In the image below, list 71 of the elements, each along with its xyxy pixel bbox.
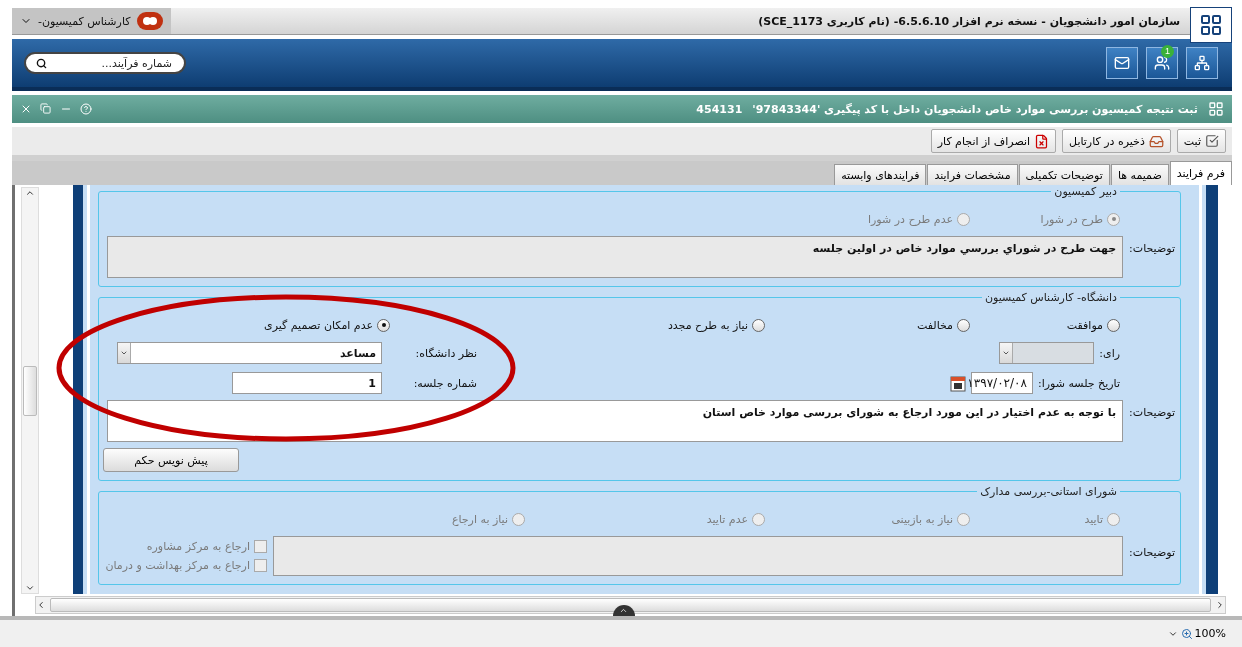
field-label: شماره جلسه: bbox=[412, 376, 477, 390]
search-box[interactable]: شماره فرآیند... bbox=[24, 52, 186, 74]
radio-option[interactable]: نیاز به طرح مجدد bbox=[390, 318, 765, 332]
close-button[interactable] bbox=[20, 103, 32, 115]
opinion-dropdown[interactable]: مساعد bbox=[117, 342, 382, 364]
logo-icon bbox=[136, 12, 163, 30]
radio-circle[interactable] bbox=[377, 318, 390, 332]
tab[interactable]: ضمیمه ها bbox=[1110, 164, 1169, 185]
restore-button[interactable] bbox=[40, 103, 52, 115]
zoom-level-button[interactable]: 100% bbox=[1180, 627, 1226, 640]
hierarchy-button[interactable] bbox=[1186, 47, 1218, 79]
scroll-right-icon[interactable] bbox=[1215, 600, 1225, 610]
field-label: نظر دانشگاه: bbox=[414, 346, 477, 360]
search-icon bbox=[36, 57, 47, 69]
field-label: تاریخ جلسه شورا: bbox=[1038, 376, 1120, 390]
toolbar-button[interactable]: انصراف از انجام کار bbox=[930, 129, 1057, 153]
notes-field[interactable]: با توجه به عدم اختیار در این مورد ارجاع به شورای بررسی موارد خاص استان bbox=[107, 400, 1124, 442]
field-label: رای: bbox=[1099, 346, 1120, 360]
notification-badge: 1 bbox=[1161, 45, 1174, 58]
role-dropdown[interactable]: کارشناس کمیسیون- bbox=[12, 8, 171, 34]
document-x-icon bbox=[1034, 133, 1050, 149]
mail-button[interactable] bbox=[1106, 47, 1138, 79]
zoom-icon bbox=[1180, 627, 1193, 640]
caret-icon bbox=[1002, 349, 1011, 357]
toolbar-button[interactable]: ذخیره در کارتابل bbox=[1062, 129, 1171, 153]
scroll-up-icon[interactable] bbox=[25, 188, 35, 198]
section-legend: شورای استانی-بررسی مدارک bbox=[977, 485, 1120, 498]
scrollbar-thumb[interactable] bbox=[50, 598, 1211, 612]
section-legend: دبیر کمیسیون bbox=[1051, 185, 1120, 198]
calendar-icon[interactable] bbox=[950, 374, 966, 392]
vertical-scrollbar[interactable] bbox=[21, 187, 39, 594]
checklist-icon bbox=[1205, 134, 1219, 148]
radio-circle[interactable] bbox=[1107, 318, 1120, 332]
draft-ruling-button[interactable]: پیش نویس حکم bbox=[103, 448, 239, 472]
users-icon bbox=[1154, 55, 1170, 71]
form-icon bbox=[1208, 101, 1224, 117]
radio-circle[interactable] bbox=[957, 318, 970, 332]
mail-icon bbox=[1114, 55, 1130, 71]
field-label: توضیحات: bbox=[1129, 241, 1175, 255]
radio-option[interactable]: موافقت bbox=[970, 318, 1120, 332]
chevron-up-icon bbox=[619, 606, 628, 615]
tracking-code: 454131 bbox=[696, 102, 743, 116]
scrollbar-thumb[interactable] bbox=[23, 365, 37, 416]
field-label: توضیحات: bbox=[1129, 545, 1175, 559]
app-title: سازمان امور دانشجویان - نسخه نرم افزار 6.5.6.10- (نام کاربری SCE_1173) bbox=[758, 14, 1180, 28]
tab[interactable]: فرایندهای وابسته bbox=[834, 164, 927, 185]
scroll-left-icon[interactable] bbox=[36, 600, 46, 610]
tab[interactable]: فرم فرایند bbox=[1169, 161, 1232, 185]
radio-option[interactable]: عدم امکان تصمیم گیری bbox=[107, 318, 390, 332]
hierarchy-icon bbox=[1194, 55, 1210, 71]
scroll-down-icon[interactable] bbox=[25, 583, 35, 593]
help-icon bbox=[80, 103, 92, 115]
section-legend: دانشگاه- کارشناس کمیسیون bbox=[982, 291, 1120, 304]
form-title: ثبت نتیجه کمیسیون بررسی موارد خاص دانشجویان داخل با کد پیگیری '97843344' bbox=[752, 102, 1198, 116]
close-icon bbox=[20, 103, 32, 115]
tab[interactable]: مشخصات فرایند bbox=[927, 164, 1018, 185]
field-label: توضیحات: bbox=[1129, 405, 1175, 419]
restore-icon bbox=[40, 103, 51, 114]
help-button[interactable] bbox=[80, 103, 92, 115]
radio-circle[interactable] bbox=[752, 318, 765, 332]
search-field[interactable]: شماره فرآیند... bbox=[53, 55, 174, 71]
tray-icon bbox=[1148, 133, 1164, 149]
toolbar-button[interactable]: ثبت bbox=[1176, 129, 1226, 153]
logo-icon bbox=[1190, 7, 1232, 43]
caret-icon bbox=[120, 349, 128, 357]
horizontal-scrollbar[interactable] bbox=[35, 596, 1226, 614]
date-field[interactable]: ۱۳۹۷/۰۲/۰۸ bbox=[971, 372, 1033, 394]
radio-option[interactable]: مخالفت bbox=[765, 318, 970, 332]
tab[interactable]: توضیحات تکمیلی bbox=[1018, 164, 1110, 185]
expand-handle-icon[interactable] bbox=[612, 605, 635, 616]
session-number-field[interactable]: 1 bbox=[232, 372, 382, 394]
